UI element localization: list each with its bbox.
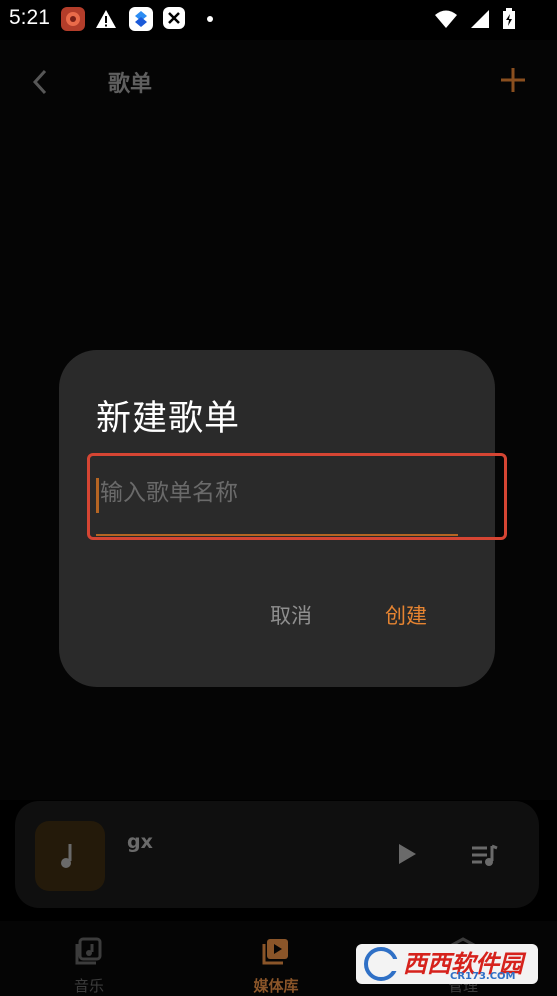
track-title: gx: [127, 831, 153, 853]
dot-icon: [198, 7, 222, 31]
mini-player[interactable]: gx: [15, 801, 539, 908]
close-app-icon: [163, 7, 185, 29]
cancel-button[interactable]: 取消: [262, 596, 320, 634]
playlist-icon: [472, 844, 498, 866]
album-cover[interactable]: [35, 821, 105, 891]
status-right-icons: [434, 8, 516, 34]
watermark-c-icon: [364, 947, 399, 981]
nav-label-music: 音乐: [73, 977, 104, 995]
status-bar: 5:21: [0, 0, 557, 40]
play-icon: [399, 844, 416, 864]
nav-label-media-library: 媒体库: [253, 977, 299, 995]
chevron-left-icon: [32, 69, 47, 95]
playlist-queue-button[interactable]: [469, 841, 499, 869]
signal-icon: [470, 9, 490, 33]
nav-item-music[interactable]: 音乐: [44, 921, 134, 996]
watermark-logo: 西西软件园 CR173.COM: [356, 944, 538, 984]
input-underline: [96, 534, 458, 536]
dialog-title: 新建歌单: [96, 399, 241, 439]
playlist-name-input[interactable]: [96, 473, 462, 513]
plus-icon: [501, 68, 525, 92]
music-library-icon: [74, 936, 104, 966]
watermark-subtext: CR173.COM: [450, 971, 516, 982]
nav-item-media-library[interactable]: 媒体库: [231, 921, 321, 996]
new-playlist-dialog: 新建歌单 取消 创建: [59, 350, 507, 687]
blue-app-icon: [129, 7, 153, 31]
back-button[interactable]: [24, 64, 56, 100]
music-note-icon: [61, 844, 72, 868]
add-playlist-button[interactable]: [497, 62, 529, 98]
warning-icon: [94, 7, 118, 31]
page-title: 歌单: [108, 72, 153, 97]
app-bar: 歌单: [0, 40, 557, 124]
play-button[interactable]: [392, 839, 422, 869]
text-caret: [96, 478, 99, 513]
wifi-icon: [434, 9, 458, 33]
create-button[interactable]: 创建: [377, 596, 435, 634]
battery-icon: [502, 8, 516, 34]
media-library-icon: [261, 936, 291, 966]
status-time: 5:21: [9, 6, 50, 29]
app-notification-icon: [61, 7, 85, 31]
